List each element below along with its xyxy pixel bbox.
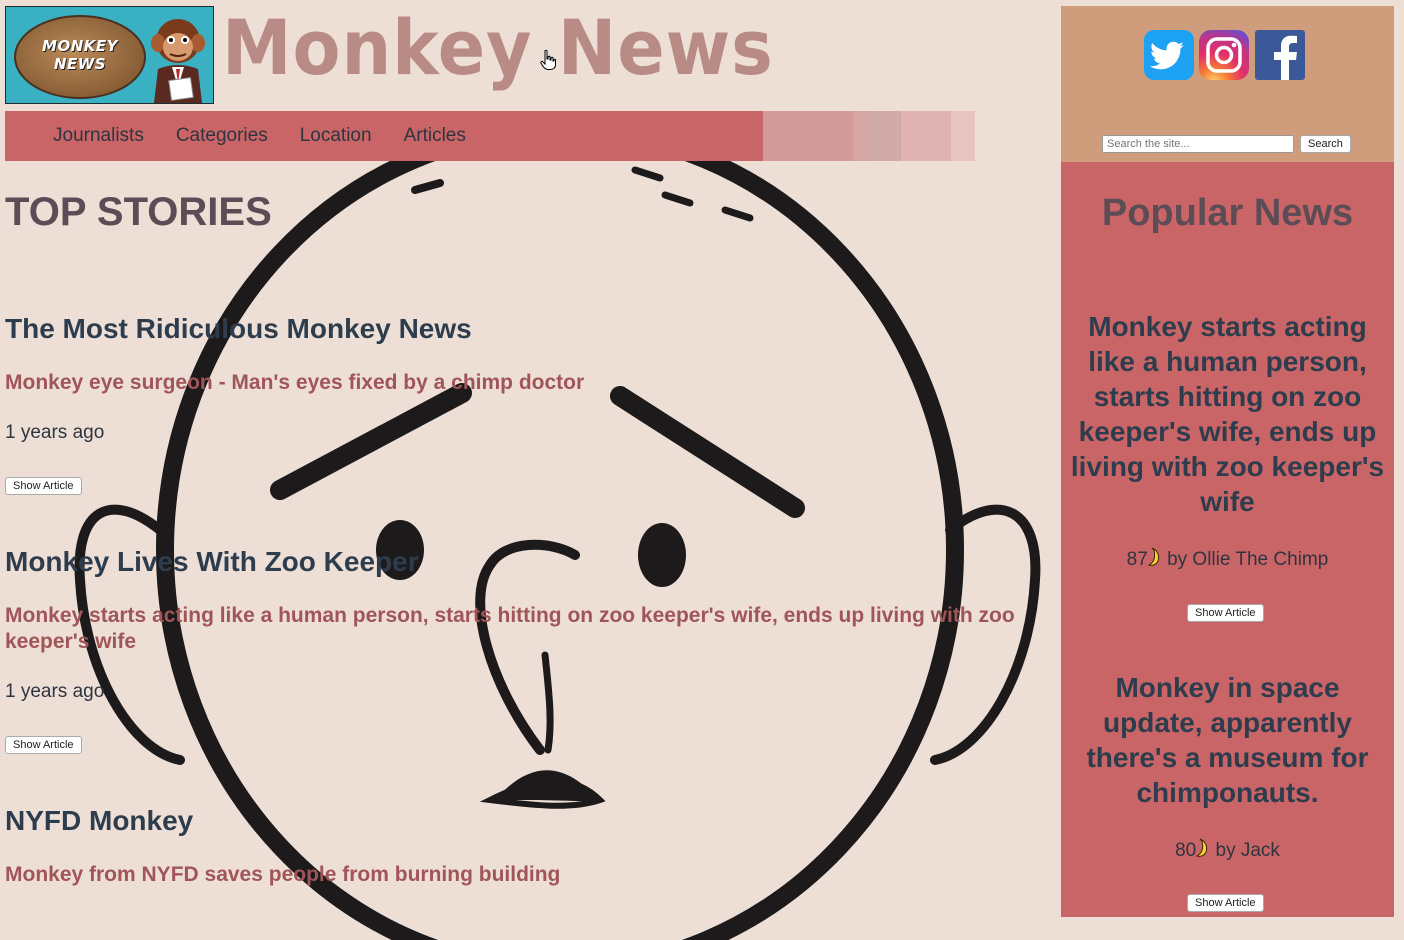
search-button[interactable]: Search: [1300, 135, 1351, 153]
popular-item-count: 80: [1175, 840, 1197, 861]
popular-news-heading: Popular News: [1101, 192, 1354, 234]
story-subtitle: Monkey eye surgeon - Man's eyes fixed by…: [5, 371, 585, 394]
story-item: NYFD Monkey Monkey from NYFD saves peopl…: [5, 804, 1045, 886]
facebook-icon[interactable]: [1255, 30, 1305, 80]
show-article-button[interactable]: Show Article: [5, 477, 82, 495]
nav-categories[interactable]: Categories: [176, 125, 268, 147]
hand-cursor-icon: [540, 50, 556, 70]
story-subtitle: Monkey from NYFD saves people from burni…: [5, 863, 561, 886]
story-title[interactable]: The Most Ridiculous Monkey News: [5, 312, 1045, 346]
story-subtitle: Monkey starts acting like a human person…: [5, 604, 1015, 653]
show-article-button[interactable]: Show Article: [5, 736, 82, 754]
chimp-reporter-icon: [151, 19, 205, 103]
popular-item-title[interactable]: Monkey in space update, apparently there…: [1061, 670, 1394, 810]
story-title[interactable]: NYFD Monkey: [5, 804, 1045, 838]
show-article-button[interactable]: Show Article: [1187, 894, 1264, 912]
story-item: Monkey Lives With Zoo Keeper Monkey star…: [5, 545, 1045, 754]
banana-icon: [1147, 547, 1159, 566]
popular-item-author: by Ollie The Chimp: [1161, 549, 1329, 570]
sidebar-header: Search: [1061, 6, 1394, 162]
show-article-button[interactable]: Show Article: [1187, 604, 1264, 622]
popular-news-sidebar: Popular News Monkey starts acting like a…: [1061, 162, 1394, 917]
story-time: 1 years ago: [5, 422, 105, 443]
popular-item-count: 87: [1126, 549, 1148, 570]
top-stories-heading: TOP STORIES: [5, 190, 272, 234]
popular-item-author: by Jack: [1210, 840, 1280, 861]
site-title[interactable]: Monkey News: [222, 0, 774, 96]
search-input[interactable]: [1102, 135, 1294, 153]
popular-item: Monkey starts acting like a human person…: [1061, 309, 1394, 622]
nav-articles[interactable]: Articles: [404, 125, 466, 147]
logo-text-line2: NEWS: [53, 55, 107, 73]
instagram-icon[interactable]: [1199, 30, 1249, 80]
nav-location[interactable]: Location: [300, 125, 372, 147]
story-time: 1 years ago: [5, 681, 105, 702]
popular-item-meta: 87 by Ollie The Chimp: [1061, 547, 1394, 571]
popular-item-title[interactable]: Monkey starts acting like a human person…: [1061, 309, 1394, 519]
twitter-icon[interactable]: [1144, 30, 1194, 80]
story-title[interactable]: Monkey Lives With Zoo Keeper: [5, 545, 1045, 579]
logo-text-line1: MONKEY: [42, 37, 118, 55]
popular-item: Monkey in space update, apparently there…: [1061, 670, 1394, 912]
popular-item-meta: 80 by Jack: [1061, 838, 1394, 862]
banana-icon: [1196, 838, 1208, 857]
nav-decorative-fade: [763, 111, 975, 161]
site-logo[interactable]: MONKEY NEWS: [5, 6, 214, 104]
story-item: The Most Ridiculous Monkey News Monkey e…: [5, 312, 1045, 495]
logo-badge: MONKEY NEWS: [14, 15, 146, 99]
main-nav: Journalists Categories Location Articles: [5, 111, 763, 161]
nav-journalists[interactable]: Journalists: [53, 125, 144, 147]
